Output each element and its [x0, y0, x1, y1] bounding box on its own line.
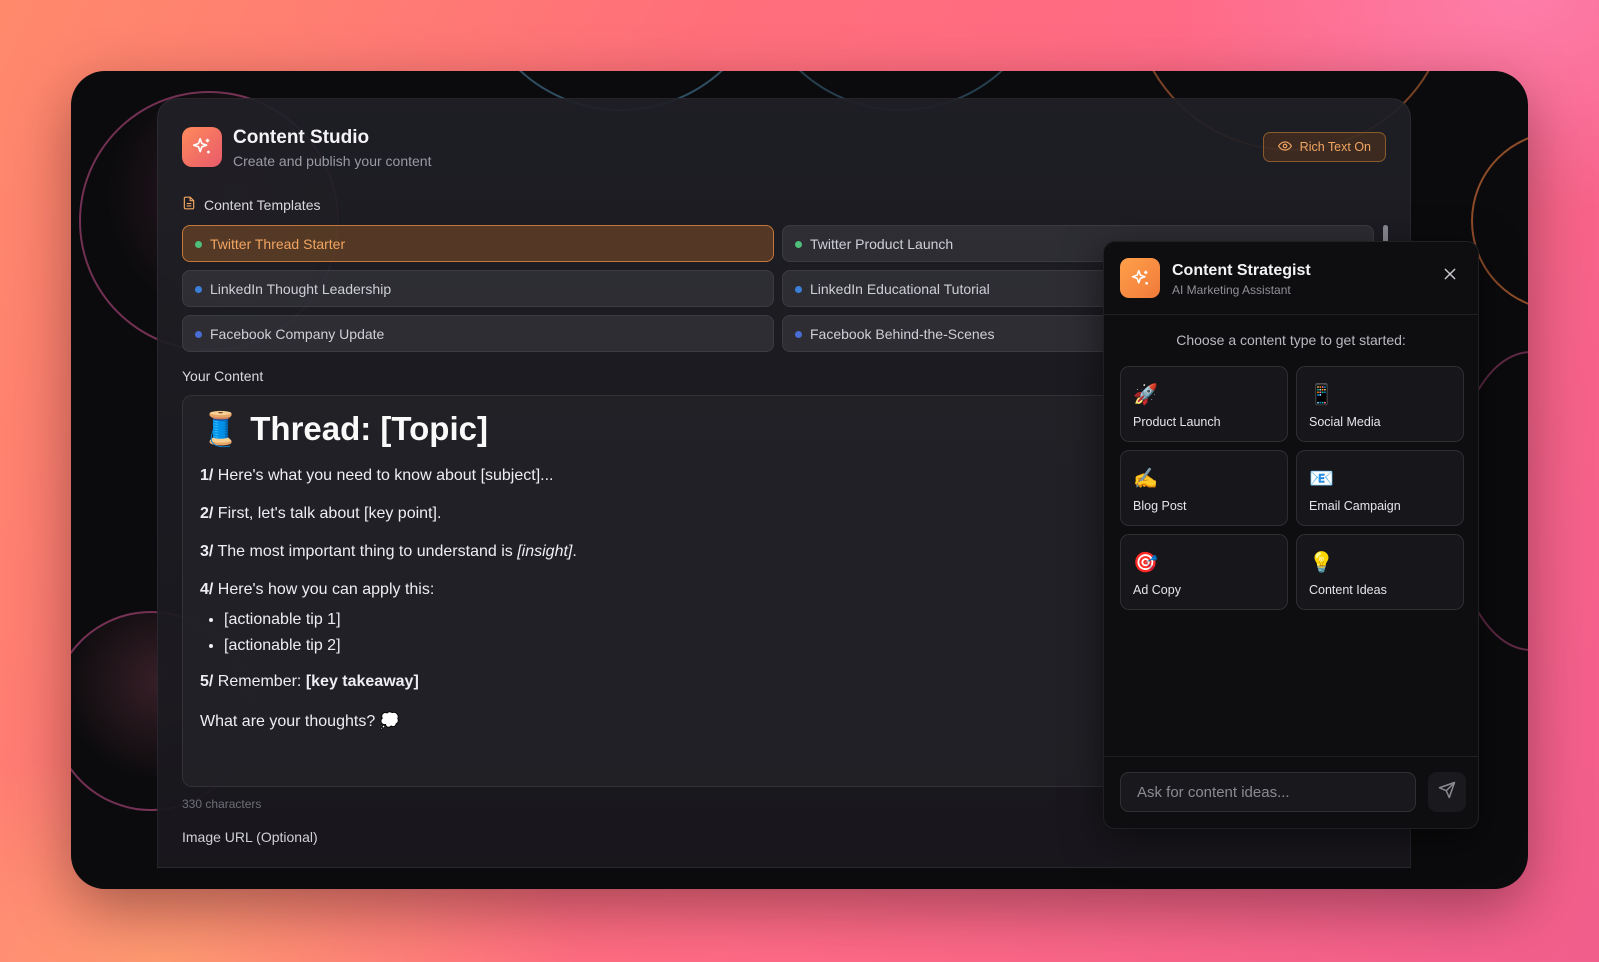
app-window: Content Studio Create and publish your c… [71, 71, 1528, 889]
content-strategist-panel: Content Strategist AI Marketing Assistan… [1103, 241, 1479, 829]
close-icon[interactable] [1442, 264, 1458, 286]
send-button[interactable] [1428, 772, 1466, 812]
character-count: 330 characters [182, 797, 262, 811]
content-section-label: Your Content [182, 368, 264, 384]
target-icon: 🎯 [1133, 552, 1158, 574]
choice-social-media[interactable]: 📱 Social Media [1296, 366, 1464, 442]
status-dot [795, 286, 802, 293]
rocket-icon: 🚀 [1133, 384, 1158, 406]
rich-text-label: Rich Text On [1299, 140, 1371, 154]
writing-hand-icon: ✍️ [1133, 468, 1158, 490]
strategist-prompt: Choose a content type to get started: [1176, 332, 1406, 348]
chat-input[interactable] [1120, 772, 1416, 812]
choice-email-campaign[interactable]: 📧 Email Campaign [1296, 450, 1464, 526]
eye-icon [1277, 139, 1292, 156]
template-twitter-thread-starter[interactable]: Twitter Thread Starter [182, 225, 774, 262]
send-icon [1438, 781, 1456, 804]
status-dot [195, 286, 202, 293]
template-linkedin-thought-leadership[interactable]: LinkedIn Thought Leadership [182, 270, 774, 307]
divider [1104, 756, 1478, 757]
status-dot [195, 241, 202, 248]
strategist-title: Content Strategist [1172, 262, 1311, 279]
lightbulb-icon: 💡 [1309, 552, 1334, 574]
sparkles-icon [182, 127, 222, 167]
strategist-subtitle: AI Marketing Assistant [1172, 283, 1291, 297]
template-facebook-company-update[interactable]: Facebook Company Update [182, 315, 774, 352]
status-dot [795, 331, 802, 338]
phone-icon: 📱 [1309, 384, 1334, 406]
sparkles-icon [1120, 258, 1160, 298]
document-icon [182, 195, 196, 214]
divider [1104, 314, 1478, 315]
choice-product-launch[interactable]: 🚀 Product Launch [1120, 366, 1288, 442]
email-icon: 📧 [1309, 468, 1334, 490]
image-url-label: Image URL (Optional) [182, 829, 318, 845]
choice-ad-copy[interactable]: 🎯 Ad Copy [1120, 534, 1288, 610]
app-title: Content Studio [233, 127, 370, 148]
status-dot [795, 241, 802, 248]
choice-blog-post[interactable]: ✍️ Blog Post [1120, 450, 1288, 526]
app-subtitle: Create and publish your content [233, 153, 432, 169]
decorative-orb [1471, 131, 1528, 311]
status-dot [195, 331, 202, 338]
choice-content-ideas[interactable]: 💡 Content Ideas [1296, 534, 1464, 610]
templates-section-label: Content Templates [182, 195, 320, 214]
rich-text-toggle-button[interactable]: Rich Text On [1262, 132, 1386, 162]
